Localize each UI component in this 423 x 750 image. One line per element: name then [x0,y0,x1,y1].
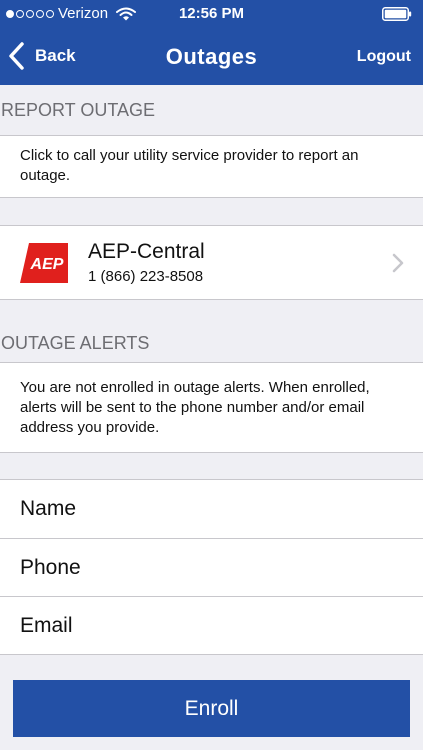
report-outage-header: REPORT OUTAGE [1,100,156,120]
report-outage-description-card: Click to call your utility service provi… [0,135,423,198]
provider-name: AEP-Central [88,240,205,263]
aep-logo: AEP [20,243,68,283]
email-field-row [0,596,423,655]
logout-button[interactable]: Logout [357,48,411,66]
report-outage-description: Click to call your utility service provi… [20,147,359,184]
chevron-right-icon [392,253,404,273]
provider-row-aep-central[interactable]: AEP AEP-Central 1 (866) 223-8508 [0,225,423,300]
back-label: Back [35,46,76,65]
name-field-row [0,480,423,538]
outage-alerts-description: You are not enrolled in outage alerts. W… [20,379,370,436]
provider-phone: 1 (866) 223-8508 [88,268,204,285]
name-field[interactable] [20,480,410,538]
phone-field-row [0,538,423,597]
enrollment-form [0,479,423,655]
status-bar: Verizon 12:56 PM [0,0,423,30]
outage-alerts-header: OUTAGE ALERTS [1,333,150,353]
battery-icon [382,7,412,21]
outage-alerts-description-card: You are not enrolled in outage alerts. W… [0,362,423,453]
back-chevron-icon [9,42,24,70]
back-button[interactable]: Back [8,39,76,73]
status-time: 12:56 PM [178,5,245,22]
email-field[interactable] [20,597,410,655]
enroll-button[interactable]: Enroll [13,680,410,737]
aep-logo-text: AEP [30,256,64,273]
phone-field[interactable] [20,539,410,597]
navigation-bar: Back Outages Logout [0,30,423,85]
top-bar: Verizon 12:56 PM Back Outages Logout [0,0,423,85]
